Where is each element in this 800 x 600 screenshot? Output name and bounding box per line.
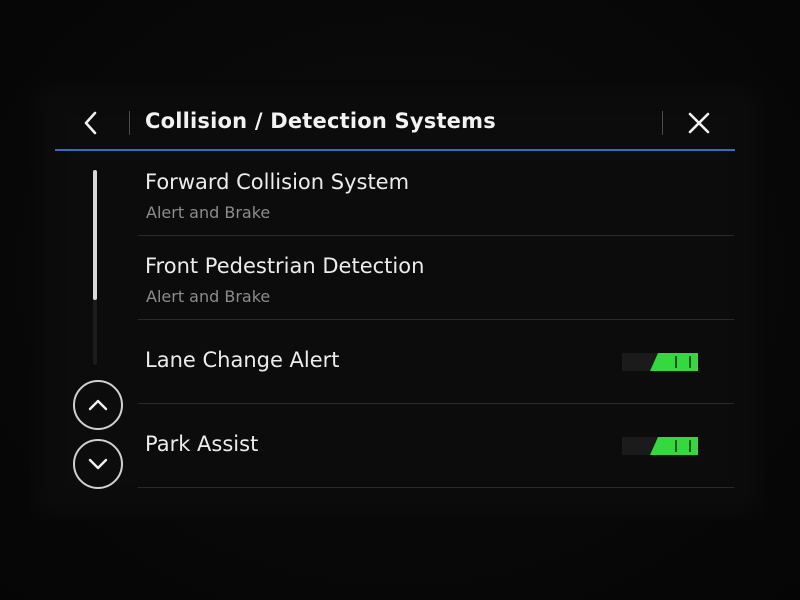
toggle-grip-icon [675,440,691,452]
back-button[interactable] [73,105,109,141]
header-divider [129,111,130,135]
scroll-down-button[interactable] [73,439,123,489]
close-icon [688,112,710,134]
chevron-down-icon [88,458,108,470]
list-item-lane-change-alert[interactable]: Lane Change Alert [138,320,734,404]
list-item-label: Lane Change Alert [145,348,340,372]
scroll-up-button[interactable] [73,380,123,430]
header-bar: Collision / Detection Systems [55,95,735,151]
list-item-label: Forward Collision System [145,170,410,194]
lane-change-alert-toggle[interactable] [622,353,698,371]
chevron-up-icon [88,399,108,411]
chevron-left-icon [84,111,97,135]
list-item-forward-collision[interactable]: Forward Collision System Alert and Brake [138,152,734,236]
header-divider [662,111,663,135]
list-item-park-assist[interactable]: Park Assist [138,404,734,488]
close-button[interactable] [681,105,717,141]
list-item-label: Park Assist [145,432,259,456]
list-item-sublabel: Alert and Brake [146,203,271,222]
scrollbar-thumb[interactable] [93,170,97,300]
settings-list: Forward Collision System Alert and Brake… [138,152,734,488]
page-title: Collision / Detection Systems [145,109,496,133]
toggle-grip-icon [675,356,691,368]
list-item-label: Front Pedestrian Detection [145,254,425,278]
list-item-front-pedestrian[interactable]: Front Pedestrian Detection Alert and Bra… [138,236,734,320]
park-assist-toggle[interactable] [622,437,698,455]
list-item-sublabel: Alert and Brake [146,287,271,306]
scrollbar[interactable] [93,170,97,365]
